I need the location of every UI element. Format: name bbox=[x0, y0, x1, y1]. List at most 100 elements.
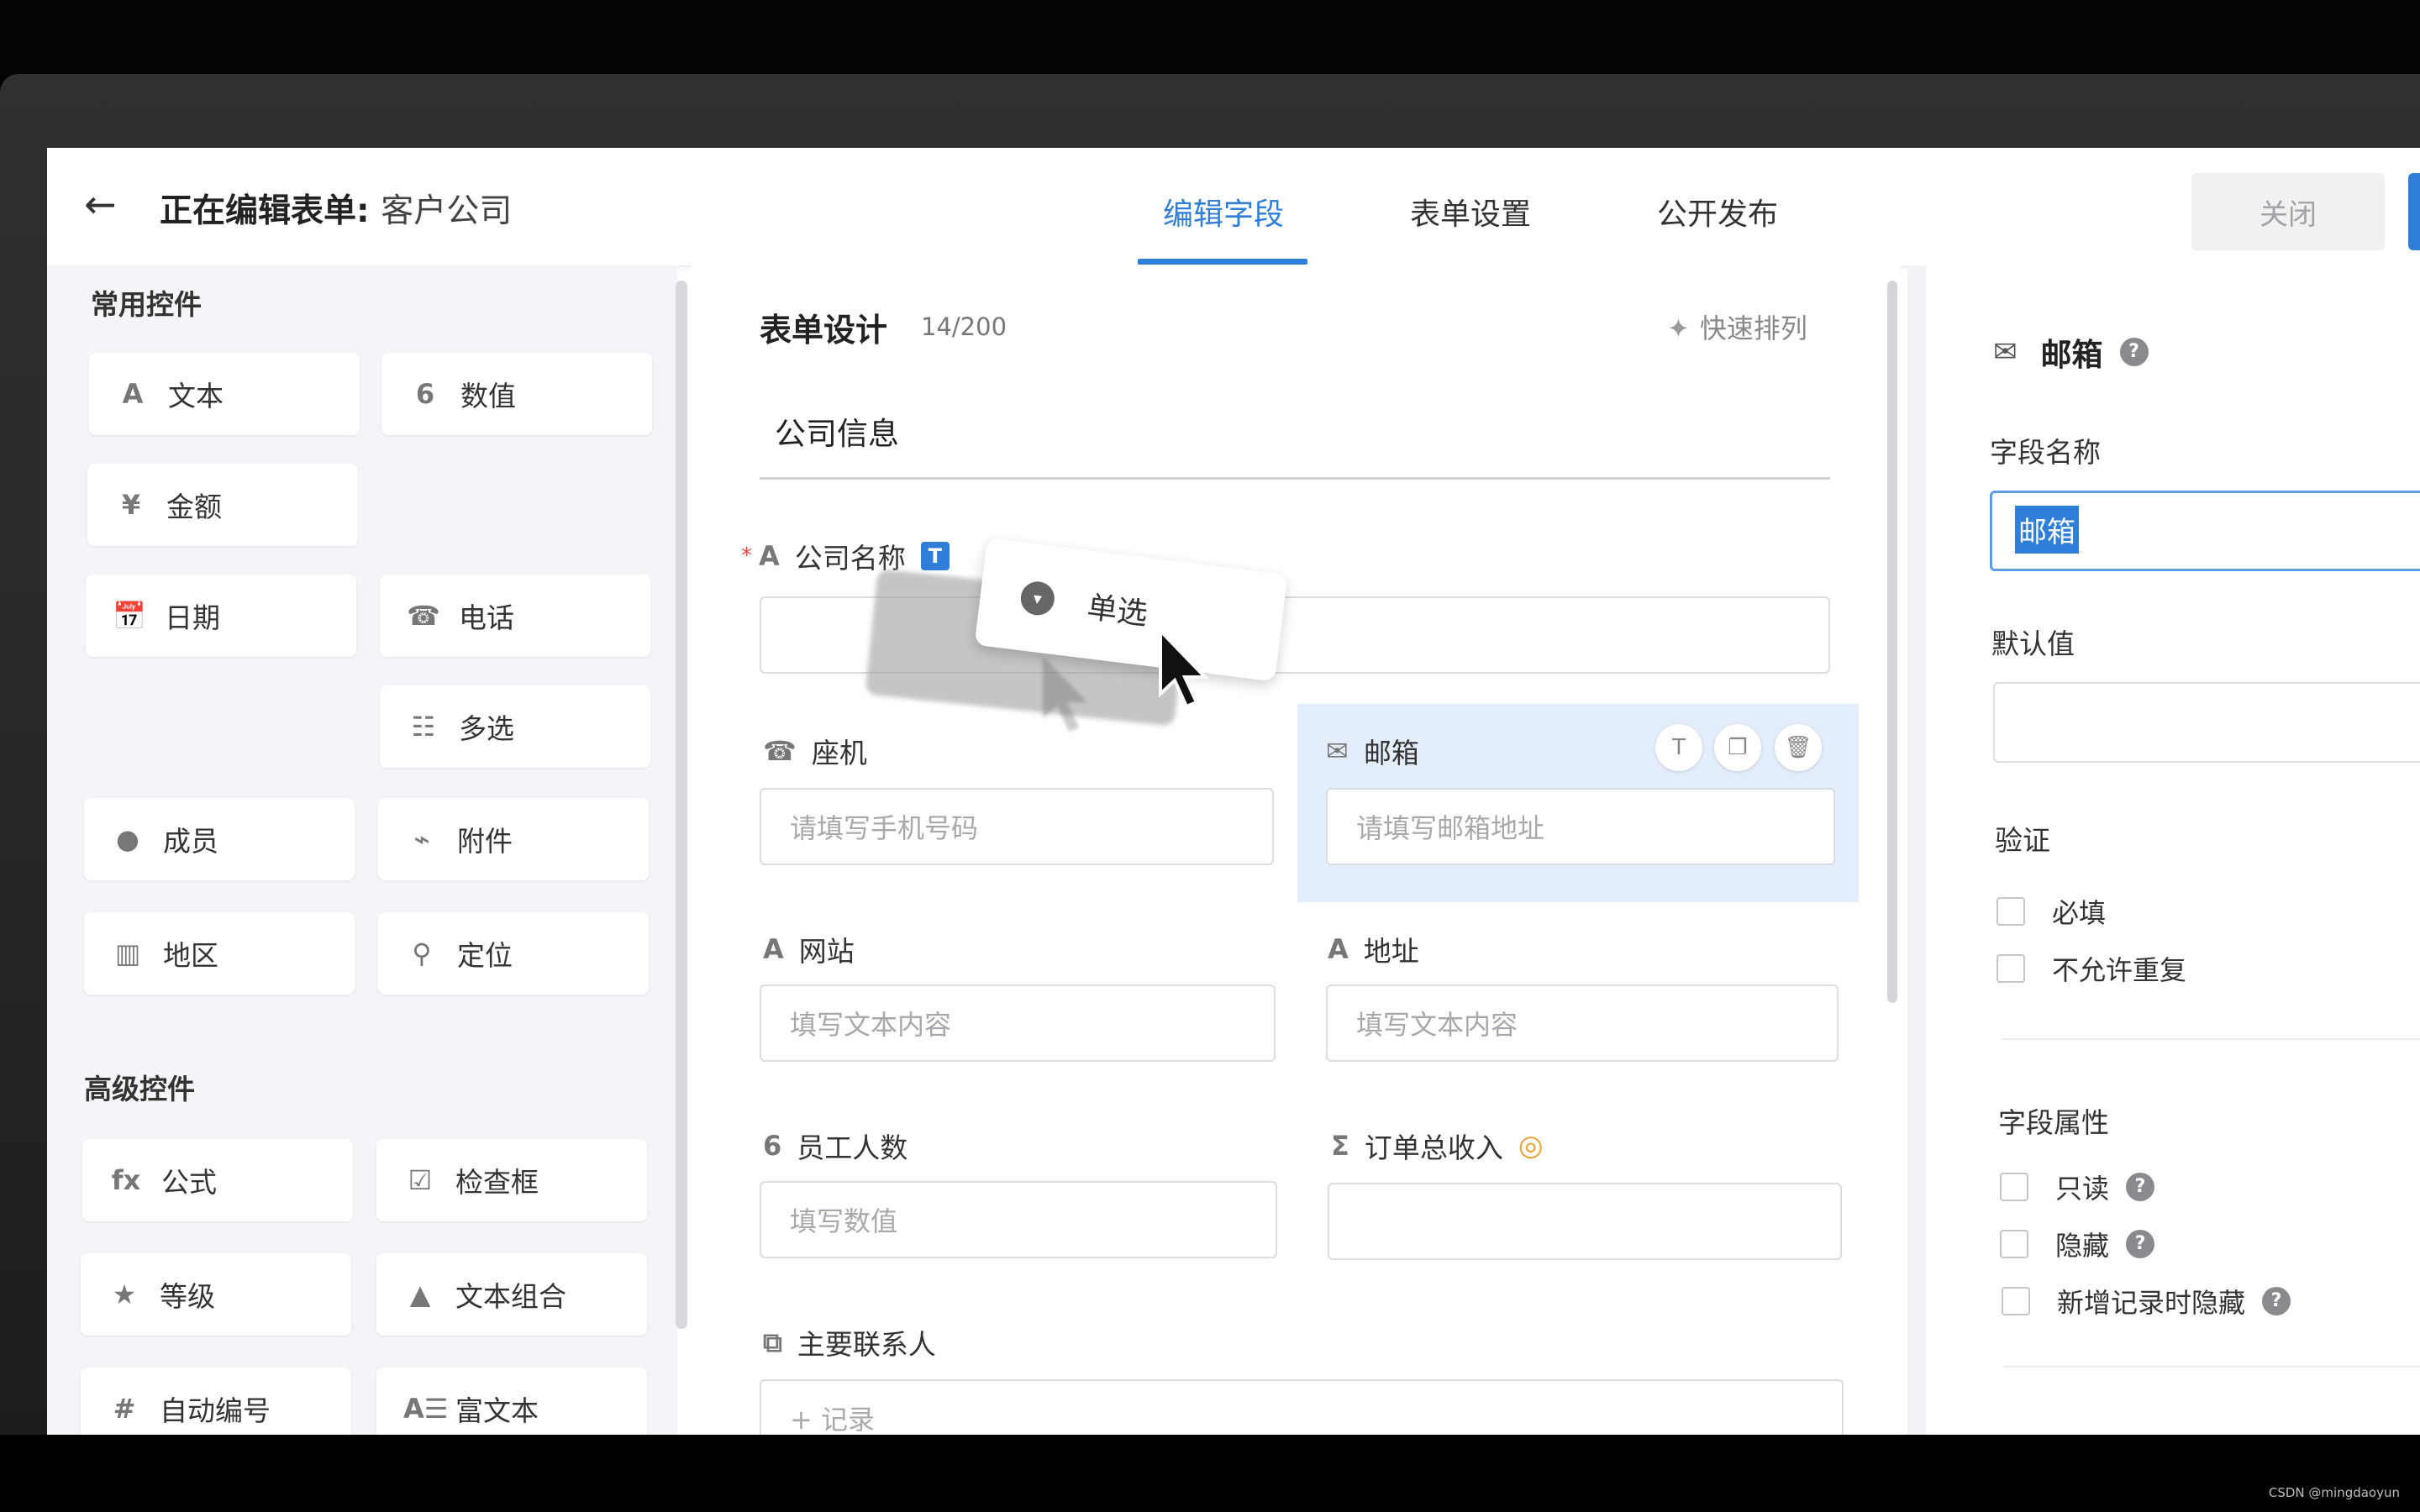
field-label-employees: 6 员工人数 bbox=[763, 1126, 908, 1166]
control-rich-text[interactable]: A☰ 富文本 bbox=[376, 1368, 647, 1435]
title-toggle-icon[interactable]: T bbox=[1655, 724, 1702, 771]
back-arrow-icon[interactable]: ← bbox=[84, 183, 126, 225]
cursor-shadow-icon bbox=[1043, 656, 1087, 732]
checklist-icon: ☷ bbox=[411, 711, 436, 743]
help-icon[interactable]: ? bbox=[2126, 1230, 2155, 1258]
bottom-band bbox=[0, 1435, 2420, 1512]
paperclip-icon: ⌁ bbox=[413, 823, 430, 855]
control-multiselect[interactable]: ☷ 多选 bbox=[380, 685, 650, 768]
validation-label: 验证 bbox=[1995, 824, 2050, 857]
phone-icon: ☎ bbox=[407, 600, 440, 632]
field-label-email: ✉ 邮箱 bbox=[1326, 731, 1419, 771]
active-tab-underline bbox=[1138, 259, 1307, 265]
properties-title-text: 邮箱 bbox=[2040, 337, 2103, 373]
control-label: 检查框 bbox=[455, 1166, 539, 1199]
control-label: 定位 bbox=[457, 939, 513, 972]
control-formula[interactable]: fx 公式 bbox=[82, 1139, 353, 1221]
field-name-label: 字段名称 bbox=[1990, 436, 2101, 469]
help-icon[interactable]: ? bbox=[2126, 1173, 2155, 1201]
checkbox[interactable] bbox=[2002, 1287, 2030, 1315]
save-button[interactable] bbox=[2408, 173, 2420, 250]
number-icon: 6 bbox=[763, 1130, 782, 1162]
checkbox[interactable] bbox=[1996, 897, 2025, 926]
field-label-address: A 地址 bbox=[1328, 929, 1419, 969]
field-label-text: 主要联系人 bbox=[797, 1328, 936, 1361]
trash-icon[interactable]: 🗑 bbox=[1775, 724, 1822, 771]
help-icon[interactable]: ? bbox=[2262, 1287, 2291, 1315]
tab-publish[interactable]: 公开发布 bbox=[1657, 190, 1778, 234]
control-label: 公式 bbox=[161, 1166, 217, 1199]
control-checkbox[interactable]: ☑ 检查框 bbox=[376, 1139, 647, 1221]
phone-icon: ☎ bbox=[763, 735, 797, 767]
address-input[interactable]: 填写文本内容 bbox=[1326, 984, 1839, 1062]
add-record-button[interactable]: + 记录 bbox=[760, 1379, 1844, 1435]
top-band bbox=[0, 0, 2420, 76]
checkbox-label: 必填 bbox=[2052, 897, 2107, 929]
control-phone[interactable]: ☎ 电话 bbox=[380, 575, 650, 657]
control-label: 多选 bbox=[459, 712, 514, 745]
control-attachment[interactable]: ⌁ 附件 bbox=[378, 798, 649, 880]
control-number[interactable]: 6 数值 bbox=[381, 353, 652, 435]
control-member[interactable]: ● 成员 bbox=[84, 798, 355, 880]
close-button[interactable]: 关闭 bbox=[2191, 173, 2385, 250]
number-icon: 6 bbox=[415, 378, 435, 410]
pin-icon: ⚲ bbox=[412, 937, 432, 969]
mail-icon: ✉ bbox=[1326, 735, 1349, 767]
text-icon: A bbox=[122, 378, 144, 410]
common-controls-title: 常用控件 bbox=[91, 288, 202, 321]
control-region[interactable]: ▥ 地区 bbox=[84, 912, 355, 995]
revenue-input[interactable] bbox=[1328, 1183, 1842, 1260]
quick-sort-button[interactable]: ✦ 快速排列 bbox=[1667, 307, 1807, 346]
required-asterisk: * bbox=[741, 543, 752, 569]
hidden-checkbox[interactable]: 隐藏? bbox=[2000, 1225, 2155, 1263]
field-attrs-label: 字段属性 bbox=[1998, 1106, 2109, 1139]
control-auto-number[interactable]: # 自动编号 bbox=[81, 1368, 351, 1435]
control-label: 文本组合 bbox=[455, 1280, 566, 1313]
page-title: 正在编辑表单: 客户公司 bbox=[160, 185, 512, 232]
section-divider bbox=[760, 477, 1830, 480]
control-amount[interactable]: ¥ 金额 bbox=[87, 464, 358, 546]
copy-icon[interactable]: ❐ bbox=[1714, 724, 1761, 771]
properties-title: ✉ 邮箱 ? bbox=[1993, 329, 2149, 375]
employees-input[interactable]: 填写数值 bbox=[760, 1181, 1277, 1258]
email-input[interactable]: 请填写邮箱地址 bbox=[1326, 788, 1835, 865]
hide-on-create-checkbox[interactable]: 新增记录时隐藏? bbox=[2002, 1282, 2291, 1320]
control-rating[interactable]: ★ 等级 bbox=[81, 1253, 351, 1336]
readonly-checkbox[interactable]: 只读? bbox=[2000, 1168, 2155, 1206]
calendar-icon: 📅 bbox=[113, 600, 146, 632]
required-checkbox[interactable]: 必填 bbox=[1996, 892, 2106, 931]
checkbox-label: 新增记录时隐藏 bbox=[2057, 1287, 2246, 1319]
dropdown-icon: ▾ bbox=[1018, 580, 1057, 617]
relation-icon: ⧉ bbox=[763, 1326, 782, 1358]
text-icon: A bbox=[759, 540, 780, 572]
title-prefix: 正在编辑表单: bbox=[160, 192, 370, 230]
text-icon: A bbox=[1328, 933, 1349, 965]
tab-edit-fields[interactable]: 编辑字段 bbox=[1163, 190, 1284, 234]
field-label-website: A 网站 bbox=[763, 929, 855, 969]
field-label-revenue: Σ 订单总收入 ◎ bbox=[1331, 1126, 1544, 1166]
control-date[interactable]: 📅 日期 bbox=[86, 575, 356, 657]
help-icon[interactable]: ? bbox=[2119, 338, 2149, 366]
checkbox-icon: ☑ bbox=[408, 1164, 433, 1196]
landline-input[interactable]: 请填写手机号码 bbox=[760, 788, 1274, 865]
panel-divider bbox=[1907, 265, 1926, 1435]
control-location[interactable]: ⚲ 定位 bbox=[378, 912, 649, 995]
checkbox[interactable] bbox=[2000, 1230, 2028, 1258]
hidden-eye-icon: ◎ bbox=[1518, 1129, 1544, 1163]
separator bbox=[2002, 1038, 2420, 1040]
control-label: 文本 bbox=[168, 380, 224, 412]
control-text-combo[interactable]: ▲ 文本组合 bbox=[376, 1253, 647, 1336]
control-text[interactable]: A 文本 bbox=[89, 353, 360, 435]
yen-icon: ¥ bbox=[121, 489, 141, 521]
tab-form-settings[interactable]: 表单设置 bbox=[1410, 190, 1531, 234]
unique-checkbox[interactable]: 不允许重复 bbox=[1996, 949, 2186, 988]
website-input[interactable]: 填写文本内容 bbox=[760, 984, 1276, 1062]
design-scrollbar[interactable] bbox=[1887, 281, 1897, 1003]
field-label-text: 邮箱 bbox=[1363, 737, 1419, 769]
magic-wand-icon: ✦ bbox=[1667, 312, 1690, 344]
checkbox[interactable] bbox=[2000, 1173, 2028, 1201]
field-label-contact: ⧉ 主要联系人 bbox=[763, 1322, 936, 1362]
checkbox[interactable] bbox=[1996, 954, 2025, 983]
controls-scrollbar[interactable] bbox=[676, 281, 687, 1329]
default-value-input[interactable] bbox=[1993, 682, 2420, 763]
